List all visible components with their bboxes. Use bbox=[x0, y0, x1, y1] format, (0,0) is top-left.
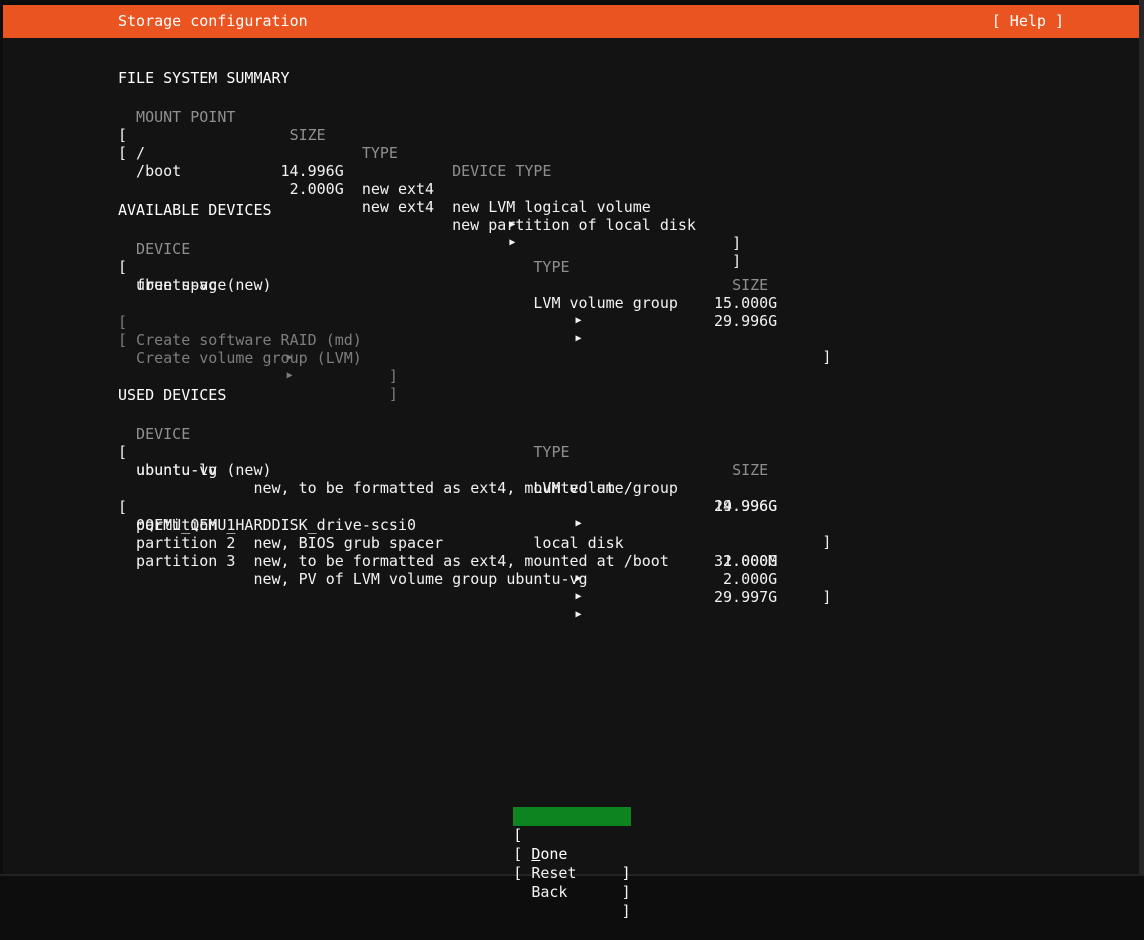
help-button[interactable]: [ Help ] bbox=[992, 12, 1064, 30]
used-row-partition-2[interactable]: partition 2 new, to be formatted as ext4… bbox=[118, 516, 1144, 534]
used-devices-heading: USED DEVICES bbox=[118, 368, 1144, 386]
expand-arrow-icon[interactable]: ▶ bbox=[576, 606, 582, 624]
bracket-open: [ bbox=[118, 331, 127, 349]
bracket-open: [ bbox=[118, 144, 127, 162]
action-label: Create volume group (LVM) bbox=[136, 349, 362, 367]
size-value: 1.000M bbox=[705, 552, 777, 570]
col-size: SIZE bbox=[732, 276, 768, 294]
used-row-ubuntu-lv[interactable]: ubuntu-lv new, to be formatted as ext4, … bbox=[118, 443, 1144, 461]
reset-button[interactable]: [ Reset ] bbox=[513, 826, 630, 845]
used-table-header: DEVICE TYPE SIZE bbox=[118, 407, 1144, 425]
bracket-close: ] bbox=[822, 588, 831, 606]
filesystem-summary-heading: FILE SYSTEM SUMMARY bbox=[118, 51, 1144, 69]
back-button-label: Back bbox=[531, 883, 567, 902]
partition-name: partition 3 bbox=[136, 552, 235, 570]
bracket-close: ] bbox=[622, 864, 631, 883]
expand-arrow-icon[interactable]: ▶ bbox=[576, 330, 582, 348]
available-row-free-space[interactable]: free space 15.000G ▶ bbox=[118, 258, 1144, 276]
size-value: 29.997G bbox=[705, 588, 777, 606]
used-row-ubuntu-vg[interactable]: [ ubuntu-vg (new) LVM volume group 29.99… bbox=[118, 425, 1144, 443]
available-table-header: DEVICE TYPE SIZE bbox=[118, 222, 1144, 240]
device-name: free space bbox=[136, 276, 226, 294]
size-value: 2.000G bbox=[705, 570, 777, 588]
bracket-close: ] bbox=[822, 348, 831, 366]
storage-configuration-screen: { "ui": { "lb": "[", "rb": "]", "arrow":… bbox=[0, 0, 1144, 876]
mount-point: /boot bbox=[136, 162, 181, 180]
col-size: SIZE bbox=[732, 461, 768, 479]
col-type: TYPE bbox=[362, 144, 398, 162]
partition-desc: new, to be formatted as ext4, mounted at… bbox=[253, 552, 668, 570]
back-button[interactable]: [ Back ] bbox=[513, 845, 630, 864]
used-row-partition-1[interactable]: partition 1 new, BIOS grub spacer 1.000M… bbox=[118, 498, 1144, 516]
filesystem-table-header: MOUNT POINT SIZE TYPE DEVICE TYPE bbox=[118, 90, 1144, 108]
available-devices-heading: AVAILABLE DEVICES bbox=[118, 183, 1144, 201]
size-value: 14.996G bbox=[272, 162, 344, 180]
content-area: FILE SYSTEM SUMMARY MOUNT POINT SIZE TYP… bbox=[118, 38, 1144, 876]
fs-row-boot[interactable]: [ /boot 2.000G new ext4 new partition of… bbox=[118, 126, 1144, 144]
used-row-harddisk[interactable]: [ 0QEMU_QEMU_HARDDISK_drive-scsi0 local … bbox=[118, 480, 1144, 498]
done-button[interactable]: [ Done ] bbox=[513, 807, 630, 826]
footer-button-stack: [ Done ] [ Reset ] [ Back ] bbox=[0, 807, 1144, 864]
volume-name: ubuntu-lv bbox=[136, 461, 217, 479]
bracket-open: [ bbox=[513, 864, 522, 883]
partition-desc: new, PV of LVM volume group ubuntu-vg bbox=[253, 570, 587, 588]
available-row-ubuntu-vg[interactable]: [ ubuntu-vg (new) LVM volume group 29.99… bbox=[118, 240, 1144, 258]
page-title: Storage configuration bbox=[118, 12, 308, 30]
expand-arrow-icon[interactable]: ▶ bbox=[576, 588, 582, 606]
used-row-partition-3[interactable]: partition 3 new, PV of LVM volume group … bbox=[118, 534, 1144, 552]
title-bar: Storage configuration [ Help ] bbox=[3, 5, 1139, 38]
window-edge-left bbox=[0, 0, 3, 876]
col-device-type: DEVICE TYPE bbox=[452, 162, 551, 180]
action-label: Create software RAID (md) bbox=[136, 331, 362, 349]
create-raid-action: [ Create software RAID (md) ▶ ] bbox=[118, 295, 1144, 313]
bracket-close: ] bbox=[389, 385, 398, 403]
bracket-close: ] bbox=[622, 902, 631, 921]
create-vg-action: [ Create volume group (LVM) ▶ ] bbox=[118, 313, 1144, 331]
bracket-close: ] bbox=[622, 883, 631, 902]
fs-row-root[interactable]: [ / 14.996G new ext4 new LVM logical vol… bbox=[118, 108, 1144, 126]
